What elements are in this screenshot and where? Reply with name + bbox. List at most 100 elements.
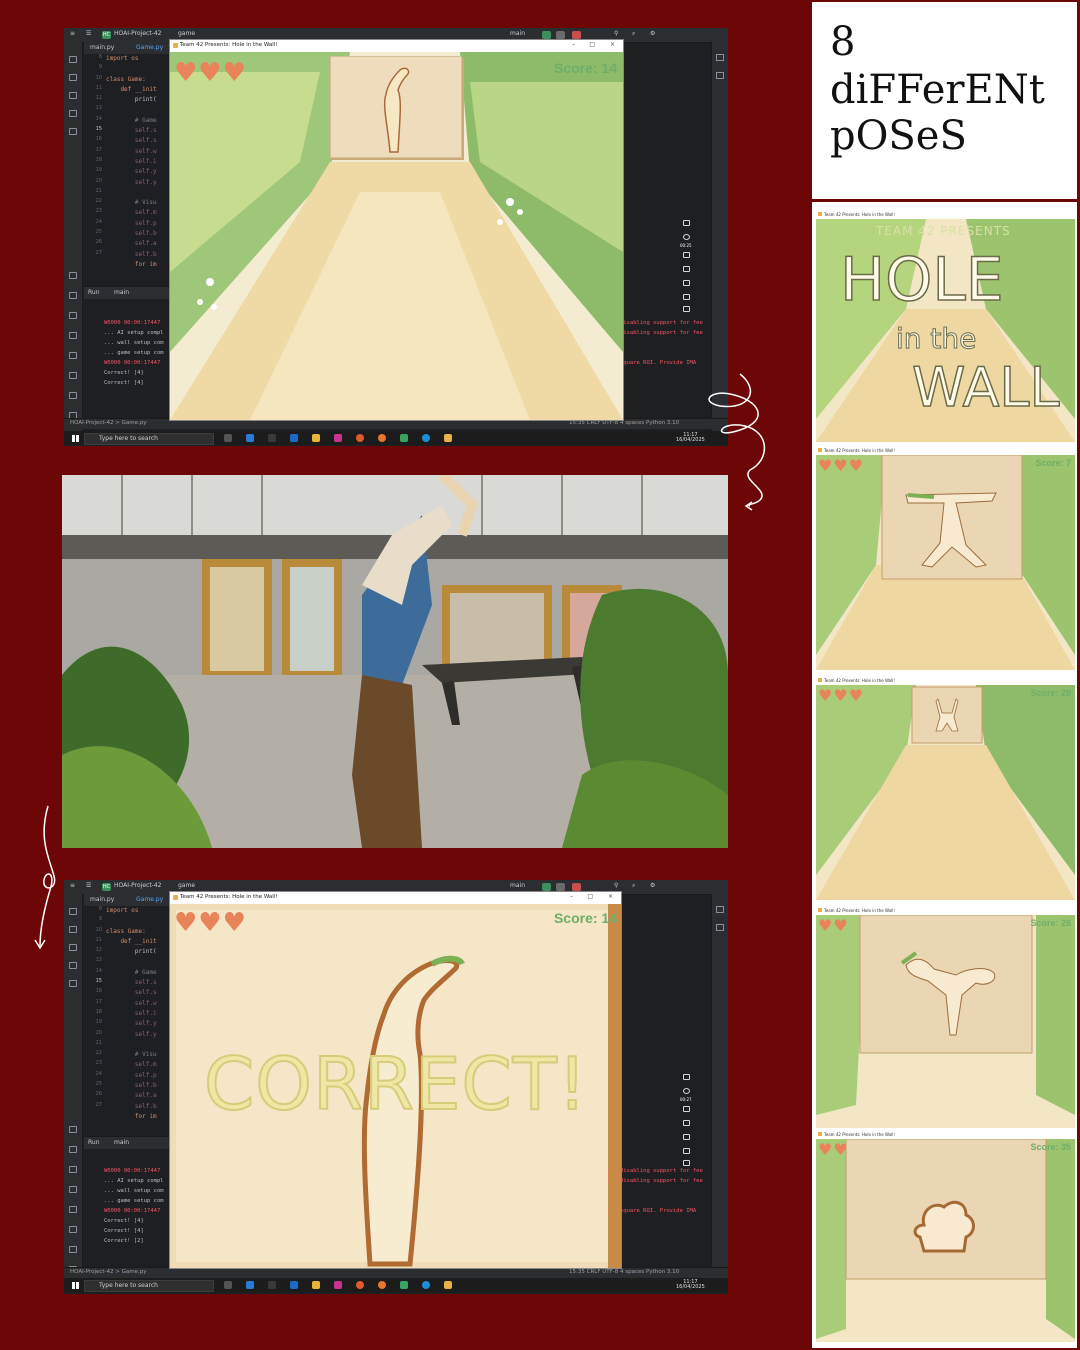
app-menu-icon[interactable]: ≡ xyxy=(70,30,75,37)
layers-icon[interactable] xyxy=(69,1126,77,1133)
windows-start-icon[interactable] xyxy=(72,435,79,442)
clock[interactable]: 11:17 16/04/2025 xyxy=(676,1280,705,1290)
project-name[interactable]: HOAI-Project-42 xyxy=(114,882,162,889)
firefox-icon[interactable] xyxy=(378,434,386,442)
commit-icon[interactable] xyxy=(69,926,77,933)
camera-icon[interactable] xyxy=(683,1074,690,1080)
taskbar-search[interactable]: Type here to search xyxy=(84,1280,214,1292)
file-explorer-icon[interactable] xyxy=(312,1281,320,1289)
services-icon[interactable] xyxy=(69,332,77,339)
stop-icon[interactable] xyxy=(572,883,581,891)
play-icon[interactable] xyxy=(69,352,77,359)
onenote-icon[interactable] xyxy=(334,1281,342,1289)
pull-request-icon[interactable] xyxy=(69,944,77,951)
game-window-titlebar[interactable]: Team 42 Presents: Hole in the Wall! – □ … xyxy=(170,892,621,904)
python-packages-icon[interactable] xyxy=(69,312,77,319)
services-icon[interactable] xyxy=(69,1186,77,1193)
settings-icon[interactable]: ⚙ xyxy=(650,30,655,37)
run-config-tab[interactable]: main xyxy=(114,289,129,296)
console-output[interactable]: W0000 00:00:17447 ... AI setup compl ...… xyxy=(104,318,174,388)
console-output[interactable]: W0000 00:00:17447 ... AI setup compl ...… xyxy=(104,1166,174,1246)
mail-icon[interactable] xyxy=(290,1281,298,1289)
windows-start-icon[interactable] xyxy=(72,1282,79,1289)
chrome-icon[interactable] xyxy=(356,434,364,442)
game-window-titlebar[interactable]: Team 42 Presents: Hole in the Wall! – □ … xyxy=(170,40,623,52)
terminal-app-icon[interactable] xyxy=(268,1281,276,1289)
webcam-icon[interactable] xyxy=(683,1134,690,1140)
microphone-icon[interactable] xyxy=(683,1106,690,1112)
tab-main-py[interactable]: main.py xyxy=(90,896,114,903)
gear-icon[interactable] xyxy=(683,1160,690,1166)
notifications-icon[interactable] xyxy=(716,54,724,61)
code-editor[interactable]: import os class Game: def __init print( … xyxy=(106,906,176,1122)
hamburger-icon[interactable]: ☰ xyxy=(86,882,91,889)
more-icon[interactable] xyxy=(69,128,77,135)
chrome-icon[interactable] xyxy=(356,1281,364,1289)
terminal-icon[interactable] xyxy=(69,372,77,379)
problems-icon[interactable] xyxy=(69,392,77,399)
file-explorer-icon[interactable] xyxy=(312,434,320,442)
terminal-app-icon[interactable] xyxy=(268,434,276,442)
hamburger-icon[interactable]: ☰ xyxy=(86,30,91,37)
run-icon[interactable] xyxy=(542,31,551,39)
debug-icon[interactable] xyxy=(556,883,565,891)
project-name[interactable]: HOAI-Project-42 xyxy=(114,30,162,37)
folder-icon[interactable] xyxy=(69,56,77,63)
game-window-bottom[interactable]: Team 42 Presents: Hole in the Wall! – □ … xyxy=(170,892,621,1268)
minimize-icon[interactable]: – xyxy=(570,893,573,900)
git-branch[interactable]: main xyxy=(510,30,525,37)
play-icon[interactable] xyxy=(69,1206,77,1213)
run-icon[interactable] xyxy=(542,883,551,891)
tab-main-py[interactable]: main.py xyxy=(90,44,114,51)
task-view-icon[interactable] xyxy=(224,1281,232,1289)
structure-icon[interactable] xyxy=(69,962,77,969)
onenote-icon[interactable] xyxy=(334,434,342,442)
run-tool-icon[interactable] xyxy=(69,292,77,299)
app-menu-icon[interactable]: ≡ xyxy=(70,882,75,889)
microphone-icon[interactable] xyxy=(683,252,690,258)
edge-icon[interactable] xyxy=(422,434,430,442)
terminal-icon[interactable] xyxy=(69,1226,77,1233)
pycharm-icon[interactable] xyxy=(400,1281,408,1289)
speaker-icon[interactable] xyxy=(683,266,690,272)
python-packages-icon[interactable] xyxy=(69,1166,77,1173)
run-tab[interactable]: Run xyxy=(88,289,100,296)
camera-icon[interactable] xyxy=(683,220,690,226)
branch-name[interactable]: game xyxy=(178,30,195,37)
task-view-icon[interactable] xyxy=(224,434,232,442)
outlook-icon[interactable] xyxy=(246,1281,254,1289)
search-icon[interactable]: ⌕ xyxy=(632,30,635,38)
run-tab[interactable]: Run xyxy=(88,1139,100,1146)
game-window-top[interactable]: Team 42 Presents: Hole in the Wall! – □ … xyxy=(170,40,623,420)
ai-assistant-icon[interactable] xyxy=(716,924,724,931)
ai-assistant-icon[interactable] xyxy=(716,72,724,79)
firefox-icon[interactable] xyxy=(378,1281,386,1289)
gear-icon[interactable] xyxy=(683,306,690,312)
folder-icon[interactable] xyxy=(69,908,77,915)
edge-icon[interactable] xyxy=(422,1281,430,1289)
pycharm-icon[interactable] xyxy=(400,434,408,442)
more-icon[interactable] xyxy=(69,980,77,987)
close-icon[interactable]: × xyxy=(608,893,613,900)
branch-name[interactable]: game xyxy=(178,882,195,889)
screen-icon[interactable] xyxy=(683,294,690,300)
git-branch[interactable]: main xyxy=(510,882,525,889)
maximize-icon[interactable]: □ xyxy=(587,893,593,900)
structure-icon[interactable] xyxy=(69,110,77,117)
close-icon[interactable]: × xyxy=(610,41,615,48)
webcam-icon[interactable] xyxy=(683,280,690,286)
record-icon[interactable] xyxy=(683,1088,690,1094)
run-config-tab[interactable]: main xyxy=(114,1139,129,1146)
breadcrumb[interactable]: HOAI-Project-42 > Game.py xyxy=(70,1269,147,1275)
notifications-icon[interactable] xyxy=(716,906,724,913)
commit-icon[interactable] xyxy=(69,74,77,81)
maximize-icon[interactable]: □ xyxy=(589,41,595,48)
tab-game-py[interactable]: Game.py xyxy=(136,44,163,51)
mail-icon[interactable] xyxy=(290,434,298,442)
python-app-icon[interactable] xyxy=(444,1281,452,1289)
settings-icon[interactable]: ⚙ xyxy=(650,882,655,889)
outlook-icon[interactable] xyxy=(246,434,254,442)
user-icon[interactable]: ⚲ xyxy=(614,882,618,889)
code-editor[interactable]: import os class Game: def __init print( … xyxy=(106,54,176,270)
layers-icon[interactable] xyxy=(69,272,77,279)
